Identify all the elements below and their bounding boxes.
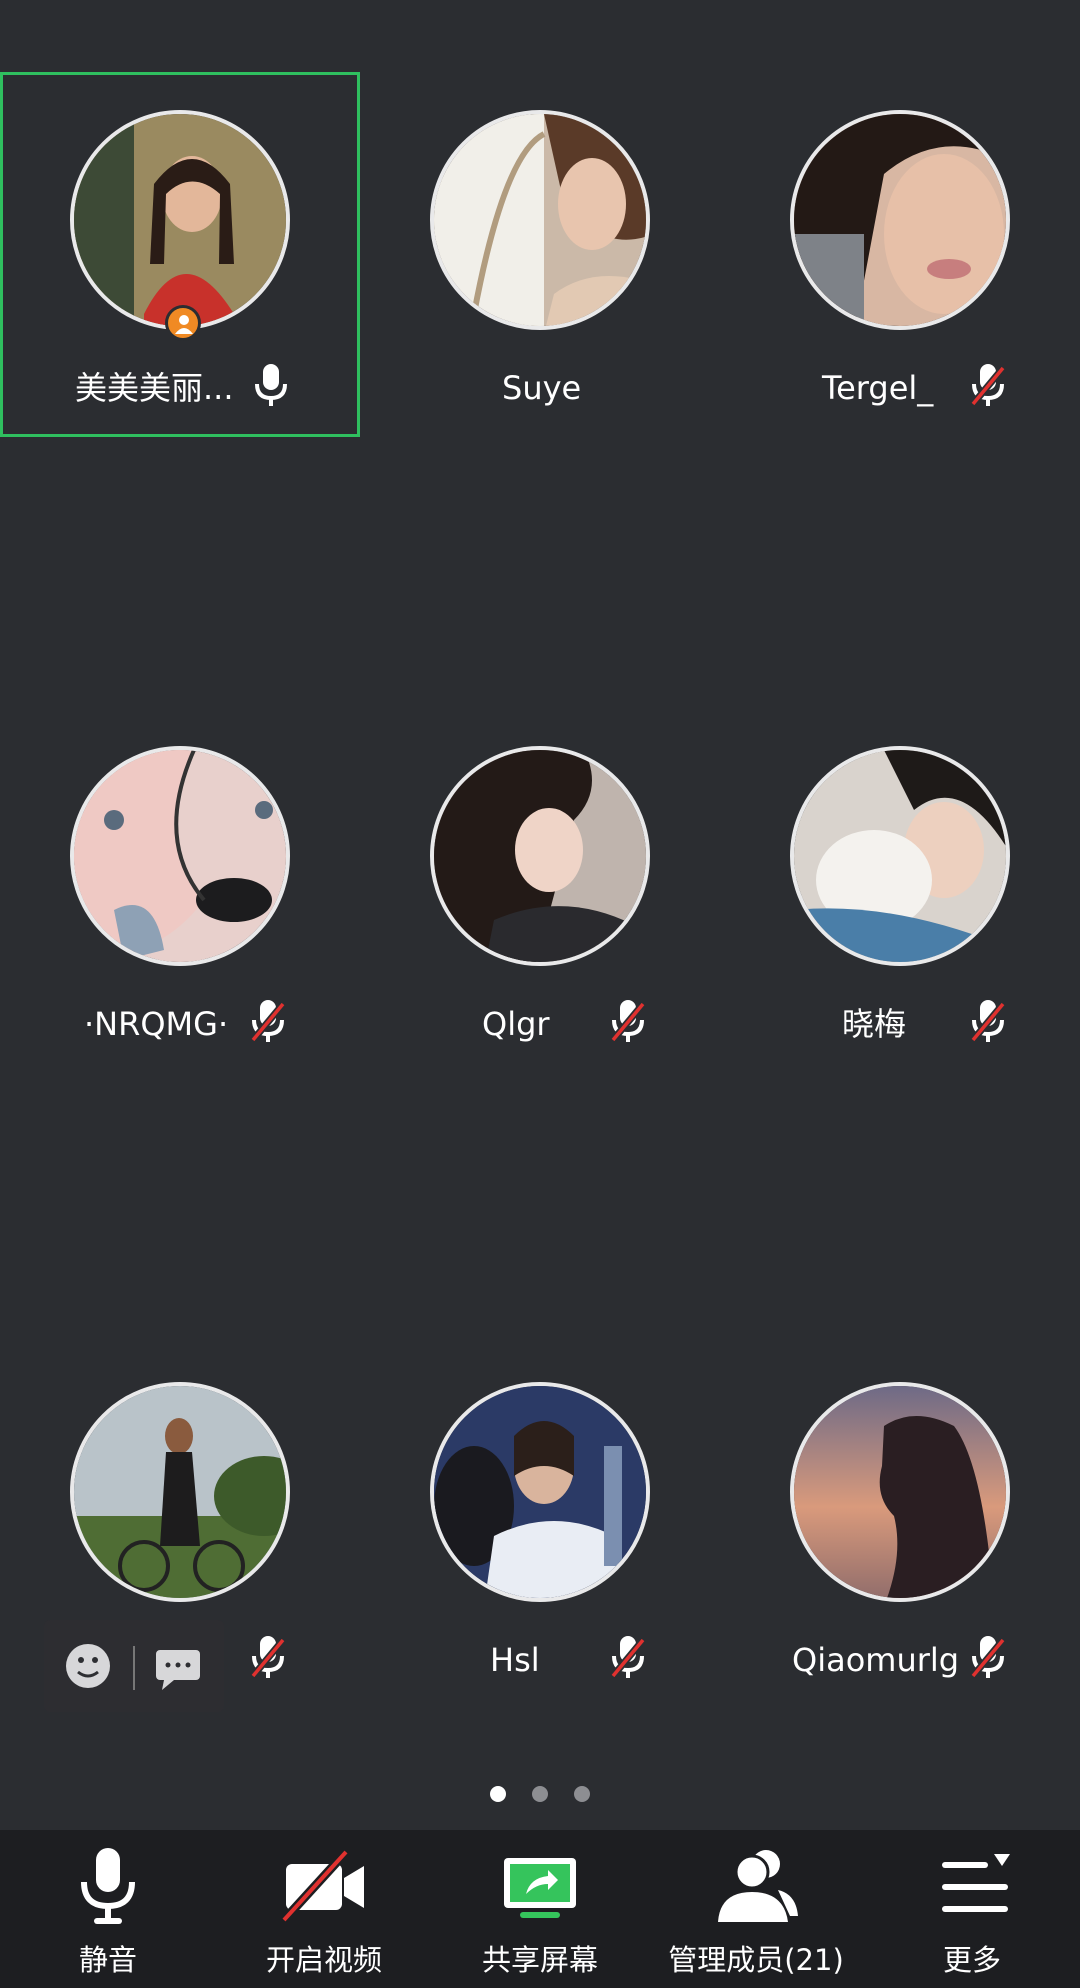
participant-tile[interactable]: Qlgr bbox=[360, 708, 720, 1073]
page-dot-active[interactable] bbox=[490, 1786, 506, 1802]
participant-name: 美美美丽... bbox=[75, 369, 234, 407]
video-off-icon bbox=[280, 1848, 364, 1924]
avatar bbox=[430, 1382, 650, 1602]
share-screen-label: 共享屏幕 bbox=[481, 1943, 598, 1977]
participant-tile[interactable]: Hsl bbox=[360, 1344, 720, 1709]
participant-tile[interactable]: 晓梅 bbox=[720, 708, 1080, 1073]
mic-muted-icon bbox=[970, 1636, 1006, 1679]
mic-muted-icon bbox=[970, 364, 1006, 407]
host-badge-icon bbox=[165, 305, 201, 341]
page-dot[interactable] bbox=[574, 1786, 590, 1802]
participant-tile[interactable]: Qiaomurlg bbox=[720, 1344, 1080, 1709]
start-video-button[interactable]: 开启视频 bbox=[216, 1830, 432, 1988]
participant-tile[interactable]: ·NRQMG· bbox=[0, 708, 360, 1073]
avatar bbox=[790, 1382, 1010, 1602]
avatar bbox=[430, 746, 650, 966]
participant-name: Hsl bbox=[490, 1641, 540, 1679]
meeting-toolbar: 静音 开启视频 共享屏幕 管理成员(21) 更多 bbox=[0, 1830, 1080, 1988]
participant-tile[interactable]: Suye bbox=[360, 72, 720, 437]
more-menu-icon bbox=[942, 1854, 1010, 1912]
share-screen-button[interactable]: 共享屏幕 bbox=[432, 1830, 648, 1988]
mute-label: 静音 bbox=[78, 1943, 137, 1977]
reaction-chat-overlay[interactable] bbox=[44, 1620, 224, 1712]
participant-name: Qlgr bbox=[482, 1005, 550, 1043]
participant-tile[interactable]: Tergel_ bbox=[720, 72, 1080, 437]
video-grid: 美美美丽... Suye Tergel_ ·NRQMG· Qlgr 晓梅 Hsl… bbox=[0, 0, 1080, 1830]
participant-name: 晓梅 bbox=[842, 1005, 907, 1043]
avatar bbox=[430, 110, 650, 330]
avatar bbox=[790, 746, 1010, 966]
participant-name: Tergel_ bbox=[822, 369, 934, 407]
avatar bbox=[70, 1382, 290, 1602]
participant-name: ·NRQMG· bbox=[84, 1005, 229, 1043]
avatar bbox=[70, 110, 290, 330]
share-screen-icon bbox=[504, 1858, 576, 1918]
participant-name: Qiaomurlg bbox=[792, 1641, 960, 1679]
participant-name: Suye bbox=[502, 369, 582, 407]
manage-members-button[interactable]: 管理成员(21) bbox=[648, 1830, 864, 1988]
mute-button[interactable]: 静音 bbox=[0, 1830, 216, 1988]
members-icon bbox=[718, 1850, 798, 1922]
mic-muted-icon bbox=[250, 1636, 286, 1679]
mic-muted-icon bbox=[250, 1000, 286, 1043]
start-video-label: 开启视频 bbox=[265, 1943, 382, 1977]
more-button[interactable]: 更多 bbox=[864, 1830, 1080, 1988]
mic-on-icon bbox=[255, 364, 287, 406]
manage-members-label: 管理成员(21) bbox=[668, 1943, 844, 1977]
mic-muted-icon bbox=[610, 1000, 646, 1043]
page-indicator[interactable] bbox=[0, 1786, 1080, 1810]
emoji-icon[interactable] bbox=[44, 1620, 224, 1712]
avatar bbox=[70, 746, 290, 966]
avatar bbox=[790, 110, 1010, 330]
more-label: 更多 bbox=[942, 1943, 1001, 1977]
participant-tile[interactable]: 美美美丽... bbox=[0, 72, 360, 437]
mic-muted-icon bbox=[970, 1000, 1006, 1043]
microphone-icon bbox=[81, 1848, 135, 1924]
page-dot[interactable] bbox=[532, 1786, 548, 1802]
mic-muted-icon bbox=[610, 1636, 646, 1679]
